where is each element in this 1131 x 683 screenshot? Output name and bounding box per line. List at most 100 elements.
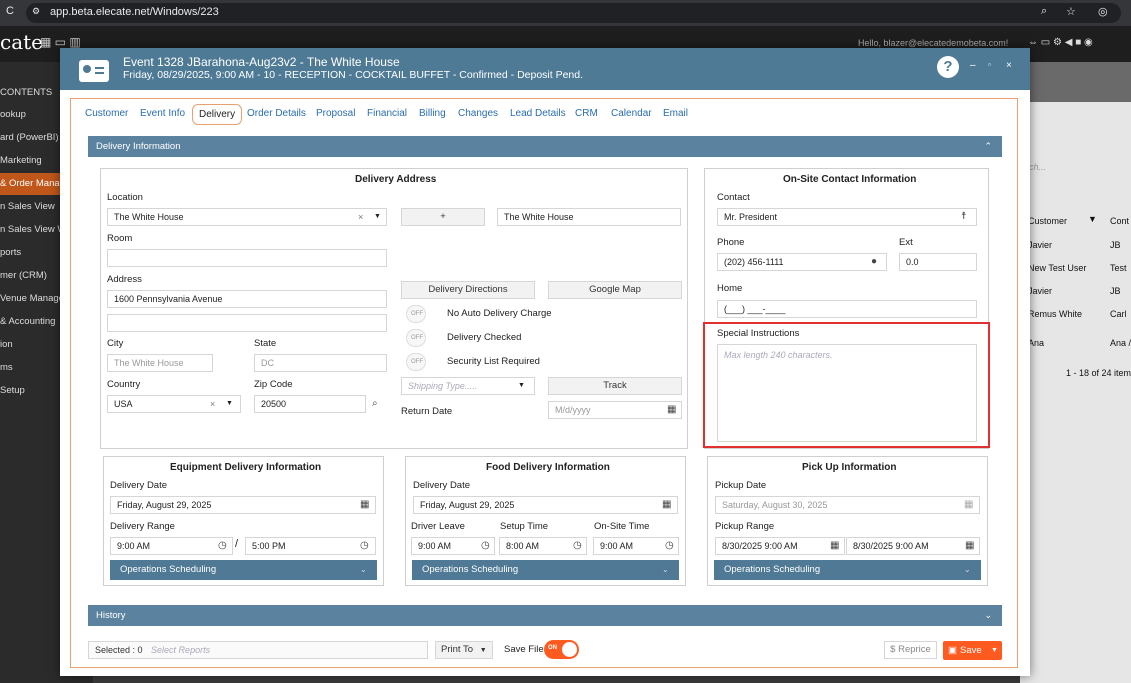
tab-changes[interactable]: Changes xyxy=(458,108,498,119)
state-field[interactable]: DC xyxy=(254,354,387,372)
location-select[interactable]: The White House × ▼ xyxy=(107,208,387,226)
clock-icon[interactable]: ◷ xyxy=(481,539,490,553)
filter-icon[interactable]: ▼ xyxy=(1088,214,1097,224)
globe-icon[interactable]: ● xyxy=(871,255,877,269)
contact-field[interactable]: Mr. President xyxy=(717,208,977,226)
tab-calendar[interactable]: Calendar xyxy=(611,108,652,119)
location-name-field[interactable]: The White House xyxy=(497,208,681,226)
print-to-label: Print To xyxy=(441,644,474,655)
search-icon[interactable]: ⌕ xyxy=(372,397,378,411)
home-phone-field[interactable]: (___) ___-____ xyxy=(717,300,977,318)
dropdown-arrow-icon[interactable]: ▼ xyxy=(374,209,381,225)
grid-header[interactable]: Cont xyxy=(1110,216,1129,226)
tab-event-info[interactable]: Event Info xyxy=(140,108,185,119)
add-location-button[interactable]: + xyxy=(401,208,485,226)
zoom-icon[interactable]: ⌕ xyxy=(1041,5,1047,18)
help-icon[interactable]: ? xyxy=(937,56,959,78)
pickup-from-field[interactable]: 8/30/2025 9:00 AM xyxy=(715,537,845,555)
city-field[interactable]: The White House xyxy=(107,354,213,372)
chevron-down-icon[interactable]: ⌄ xyxy=(984,605,992,626)
minimize-icon[interactable]: – xyxy=(970,60,976,71)
track-button[interactable]: Track xyxy=(548,377,682,395)
ext-field[interactable]: 0.0 xyxy=(899,253,977,271)
driver-leave-label: Driver Leave xyxy=(411,521,465,532)
clear-icon[interactable]: × xyxy=(358,209,363,225)
dropdown-arrow-icon[interactable]: ▼ xyxy=(518,378,525,394)
calendar-icon[interactable]: ▦ xyxy=(964,498,973,512)
site-info-icon[interactable]: ⚙ xyxy=(32,6,40,17)
clock-icon[interactable]: ◷ xyxy=(665,539,674,553)
no-auto-charge-toggle[interactable]: OFF xyxy=(406,305,426,323)
maximize-icon[interactable]: ▫ xyxy=(988,60,991,69)
delivery-information-bar[interactable]: Delivery Information ⌃ xyxy=(88,136,1002,157)
header-icons[interactable]: ▦ ▭ ▥ xyxy=(40,35,81,49)
reprice-button[interactable]: $ Reprice xyxy=(884,641,937,659)
address-label: Address xyxy=(107,274,142,285)
tab-proposal[interactable]: Proposal xyxy=(316,108,355,119)
save-button[interactable]: ▣ Save ▼ xyxy=(943,641,1002,660)
chevron-up-icon[interactable]: ⌃ xyxy=(984,136,992,157)
reports-select[interactable]: Selected : 0 Select Reports xyxy=(88,641,428,659)
shipping-type-select[interactable]: Shipping Type..... ▼ xyxy=(401,377,535,395)
calendar-icon[interactable]: ▦ xyxy=(667,403,676,417)
tab-customer[interactable]: Customer xyxy=(85,108,128,119)
grid-header[interactable]: Customer xyxy=(1028,216,1067,226)
calendar-icon[interactable]: ▦ xyxy=(662,498,671,512)
close-icon[interactable]: × xyxy=(1006,60,1012,71)
print-to-button[interactable]: Print To ▼ xyxy=(435,641,493,659)
tab-billing[interactable]: Billing xyxy=(419,108,446,119)
save-file-toggle[interactable]: ON xyxy=(544,640,579,659)
reload-icon[interactable]: C xyxy=(6,5,14,17)
dropdown-arrow-icon[interactable]: ▼ xyxy=(991,641,998,660)
range-to-field[interactable]: 5:00 PM xyxy=(245,537,376,555)
room-field[interactable] xyxy=(107,249,387,267)
address-line2-field[interactable] xyxy=(107,314,387,332)
delivery-date-field[interactable]: Friday, August 29, 2025 xyxy=(110,496,376,514)
clear-icon[interactable]: × xyxy=(210,396,215,412)
address-bar[interactable]: ⚙ app.beta.elecate.net/Windows/223 ⌕ ☆ ◎ xyxy=(26,3,1121,23)
address-line1-field[interactable]: 1600 Pennsylvania Avenue xyxy=(107,290,387,308)
phone-field[interactable]: (202) 456-1111 xyxy=(717,253,887,271)
delivery-directions-button[interactable]: Delivery Directions xyxy=(401,281,535,299)
highlight-box xyxy=(703,322,990,448)
return-date-field[interactable]: M/d/yyyy xyxy=(548,401,682,419)
ext-label: Ext xyxy=(899,237,913,248)
bookmark-star-icon[interactable]: ☆ xyxy=(1066,5,1076,18)
tab-order-details[interactable]: Order Details xyxy=(247,108,306,119)
chevron-down-icon[interactable]: ⌄ xyxy=(662,560,669,580)
pickup-to-field[interactable]: 8/30/2025 9:00 AM xyxy=(846,537,980,555)
calendar-icon[interactable]: ▦ xyxy=(965,539,974,553)
calendar-icon[interactable]: ▦ xyxy=(360,498,369,512)
clock-icon[interactable]: ◷ xyxy=(573,539,582,553)
zip-field[interactable]: 20500 xyxy=(254,395,366,413)
calendar-icon[interactable]: ▦ xyxy=(830,539,839,553)
history-bar[interactable]: History ⌄ xyxy=(88,605,1002,626)
header-action-icons[interactable]: ⇔ ▭ ⚙ ◀ ■ ◉ xyxy=(1028,37,1093,48)
operations-scheduling-bar[interactable]: Operations Scheduling ⌄ xyxy=(110,560,377,580)
person-icon[interactable]: ☨ xyxy=(961,210,966,224)
food-delivery-date-field[interactable]: Friday, August 29, 2025 xyxy=(413,496,678,514)
clock-icon[interactable]: ◷ xyxy=(218,539,227,553)
dropdown-arrow-icon[interactable]: ▼ xyxy=(480,647,487,654)
pickup-date-field[interactable]: Saturday, August 30, 2025 xyxy=(715,496,980,514)
operations-scheduling-bar[interactable]: Operations Scheduling ⌄ xyxy=(412,560,679,580)
clock-icon[interactable]: ◷ xyxy=(360,539,369,553)
operations-scheduling-bar[interactable]: Operations Scheduling ⌄ xyxy=(714,560,981,580)
tab-crm[interactable]: CRM xyxy=(575,108,598,119)
tab-lead-details[interactable]: Lead Details xyxy=(510,108,566,119)
grid-cell: Javier xyxy=(1028,240,1053,250)
range-from-field[interactable]: 9:00 AM xyxy=(110,537,233,555)
dropdown-arrow-icon[interactable]: ▼ xyxy=(226,396,233,412)
google-map-button[interactable]: Google Map xyxy=(548,281,682,299)
country-select[interactable]: USA × ▼ xyxy=(107,395,241,413)
delivery-checked-toggle[interactable]: OFF xyxy=(406,329,426,347)
tab-delivery[interactable]: Delivery xyxy=(192,104,243,125)
tab-email[interactable]: Email xyxy=(663,108,688,119)
profile-icon[interactable]: ◎ xyxy=(1098,5,1108,18)
chevron-down-icon[interactable]: ⌄ xyxy=(964,560,971,580)
grid-cell: JB xyxy=(1110,240,1121,250)
chevron-down-icon[interactable]: ⌄ xyxy=(360,560,367,580)
security-list-label: Security List Required xyxy=(447,356,540,367)
security-list-toggle[interactable]: OFF xyxy=(406,353,426,371)
tab-financial[interactable]: Financial xyxy=(367,108,407,119)
